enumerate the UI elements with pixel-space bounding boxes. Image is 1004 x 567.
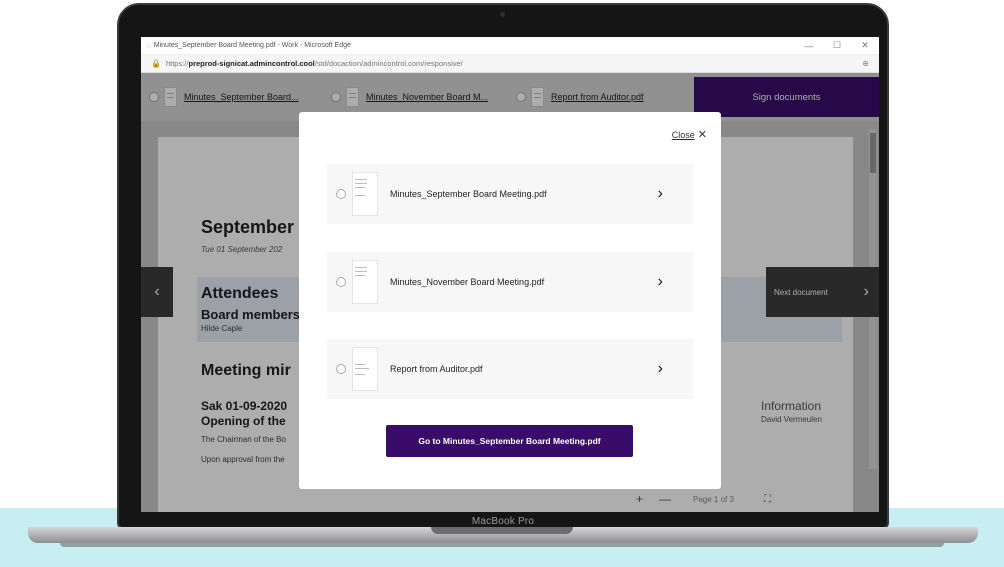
document-list-item[interactable]: Report from Auditor.pdf › <box>327 339 693 399</box>
document-thumbnail-icon <box>352 260 378 304</box>
laptop-foot <box>60 543 944 547</box>
go-to-document-button[interactable]: Go to Minutes_September Board Meeting.pd… <box>386 425 633 457</box>
radio-icon[interactable] <box>336 364 346 374</box>
window-titlebar: ◌ Minutes_September Board Meeting.pdf - … <box>141 37 879 55</box>
close-icon[interactable]: ✕ <box>698 128 707 141</box>
chevron-right-icon[interactable]: › <box>658 360 663 378</box>
window-close-button[interactable]: ✕ <box>851 40 879 51</box>
window-title: Minutes_September Board Meeting.pdf - Wo… <box>153 42 351 49</box>
device-label: MacBook Pro <box>471 516 535 527</box>
close-button[interactable]: Close ✕ <box>672 128 707 141</box>
url-text[interactable]: https://preprod-signicat.admincontrol.co… <box>166 59 862 68</box>
url-host: preprod-signicat.admincontrol.cool <box>188 59 315 68</box>
radio-icon[interactable] <box>336 277 346 287</box>
document-name: Report from Auditor.pdf <box>390 364 483 374</box>
stage: ◌ Minutes_September Board Meeting.pdf - … <box>0 0 1004 567</box>
lock-icon: 🔒 <box>151 59 161 68</box>
address-bar[interactable]: 🔒 https://preprod-signicat.admincontrol.… <box>141 55 879 73</box>
document-name: Minutes_September Board Meeting.pdf <box>390 189 547 199</box>
document-thumbnail-icon <box>352 172 378 216</box>
document-thumbnail-icon <box>352 347 378 391</box>
url-path: /std/docaction/admincontrol.com/responsi… <box>314 59 463 68</box>
document-name: Minutes_November Board Meeting.pdf <box>390 277 545 287</box>
screen: ◌ Minutes_September Board Meeting.pdf - … <box>141 37 879 512</box>
radio-icon[interactable] <box>336 189 346 199</box>
document-picker-modal: Close ✕ Minutes_September Board Meeting.… <box>299 112 721 489</box>
laptop-notch <box>431 527 573 534</box>
minimize-button[interactable]: — <box>795 41 823 51</box>
chevron-right-icon[interactable]: › <box>658 273 663 291</box>
url-prefix: https:// <box>165 59 189 68</box>
edge-icon: ◌ <box>146 41 151 50</box>
chevron-right-icon[interactable]: › <box>658 185 663 203</box>
restore-button[interactable]: ☐ <box>823 40 851 51</box>
document-list-item[interactable]: Minutes_September Board Meeting.pdf › <box>327 164 693 224</box>
camera <box>500 12 505 17</box>
document-list-item[interactable]: Minutes_November Board Meeting.pdf › <box>327 252 693 312</box>
close-label[interactable]: Close <box>672 130 695 140</box>
zoom-icon[interactable]: ⊕ <box>862 59 869 68</box>
